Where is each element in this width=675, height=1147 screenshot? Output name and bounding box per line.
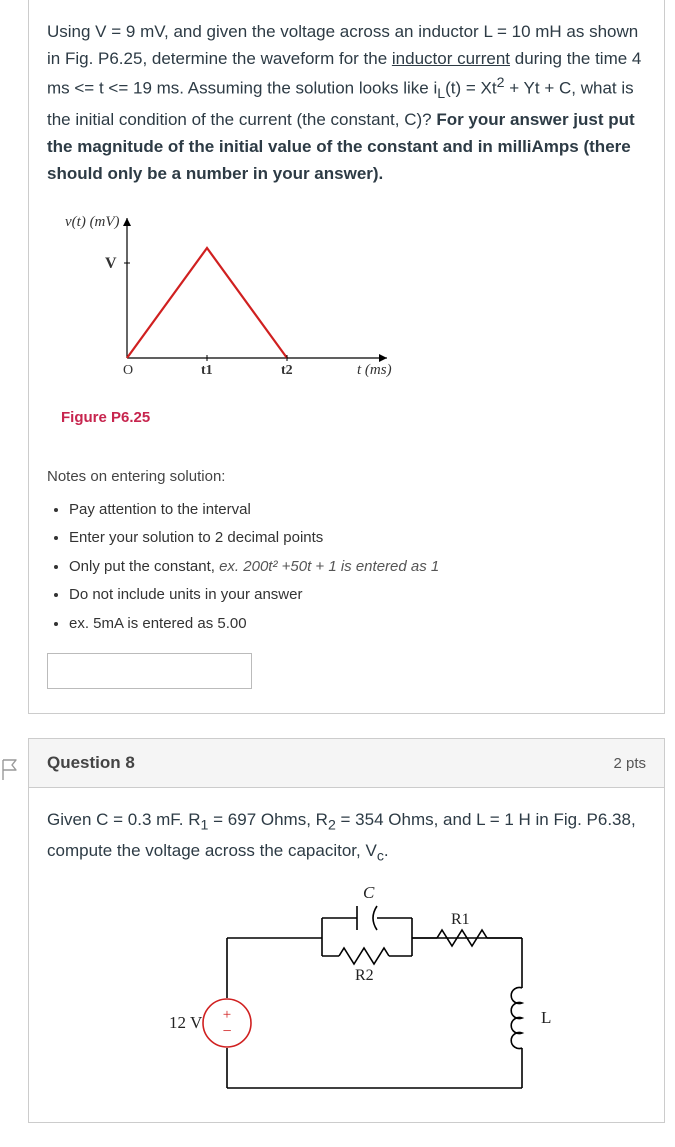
circuit-diagram: + − 12 V C R1 R2 L [127, 878, 567, 1098]
flag-icon[interactable] [1, 759, 19, 781]
italic-example: ex. 200t² +50t + 1 is entered as 1 [219, 558, 439, 575]
question-title: Question 8 [47, 753, 135, 773]
problem-text: Given C = 0.3 mF. R1 = 697 Ohms, R2 = 35… [47, 806, 646, 868]
c-label: C [363, 883, 375, 902]
figure-p6-38: + − 12 V C R1 R2 L [47, 878, 646, 1098]
r2-label: R2 [355, 967, 374, 984]
question-card-7: Using V = 9 mV, and given the voltage ac… [28, 0, 665, 714]
figure-caption: Figure P6.25 [61, 409, 646, 426]
question-points: 2 pts [613, 755, 646, 772]
voltage-plot: v(t) (mV) V O t1 t2 t (ms) [47, 208, 427, 398]
subscript: L [437, 86, 445, 102]
list-item: Only put the constant, ex. 200t² +50t + … [69, 556, 646, 579]
vsrc-label: 12 V [169, 1013, 203, 1032]
text-segment: Given C = 0.3 mF. R [47, 810, 201, 829]
question-header: Question 8 2 pts [29, 739, 664, 788]
list-item: Enter your solution to 2 decimal points [69, 527, 646, 550]
figure-p6-25: v(t) (mV) V O t1 t2 t (ms) Figure P6.25 [47, 208, 646, 426]
answer-input[interactable] [47, 653, 252, 689]
y-axis-label: v(t) (mV) [65, 214, 120, 230]
underlined-text: inductor current [392, 49, 510, 68]
svg-text:+: + [222, 1007, 230, 1023]
text-segment: = 697 Ohms, R [208, 810, 328, 829]
x-axis-label: t (ms) [357, 362, 392, 378]
list-item: Pay attention to the interval [69, 499, 646, 522]
text-segment: . [384, 841, 389, 860]
question-body: Given C = 0.3 mF. R1 = 697 Ohms, R2 = 35… [29, 788, 664, 1122]
t2-label: t2 [281, 363, 293, 378]
t1-label: t1 [201, 363, 213, 378]
list-item: Do not include units in your answer [69, 584, 646, 607]
text-segment: (t) = Xt [445, 79, 496, 98]
v-marker: V [105, 255, 117, 272]
notes-heading: Notes on entering solution: [47, 468, 646, 485]
list-item: ex. 5mA is entered as 5.00 [69, 613, 646, 636]
text-segment: Only put the constant, [69, 558, 219, 575]
subscript: 2 [328, 818, 336, 834]
subscript: c [377, 849, 384, 865]
problem-text: Using V = 9 mV, and given the voltage ac… [47, 18, 646, 188]
question-card-8: Question 8 2 pts Given C = 0.3 mF. R1 = … [28, 738, 665, 1123]
origin-label: O [123, 363, 133, 378]
l-label: L [541, 1008, 551, 1027]
question-body: Using V = 9 mV, and given the voltage ac… [29, 0, 664, 713]
r1-label: R1 [451, 911, 470, 928]
svg-text:−: − [222, 1023, 231, 1040]
notes-list: Pay attention to the interval Enter your… [69, 499, 646, 636]
